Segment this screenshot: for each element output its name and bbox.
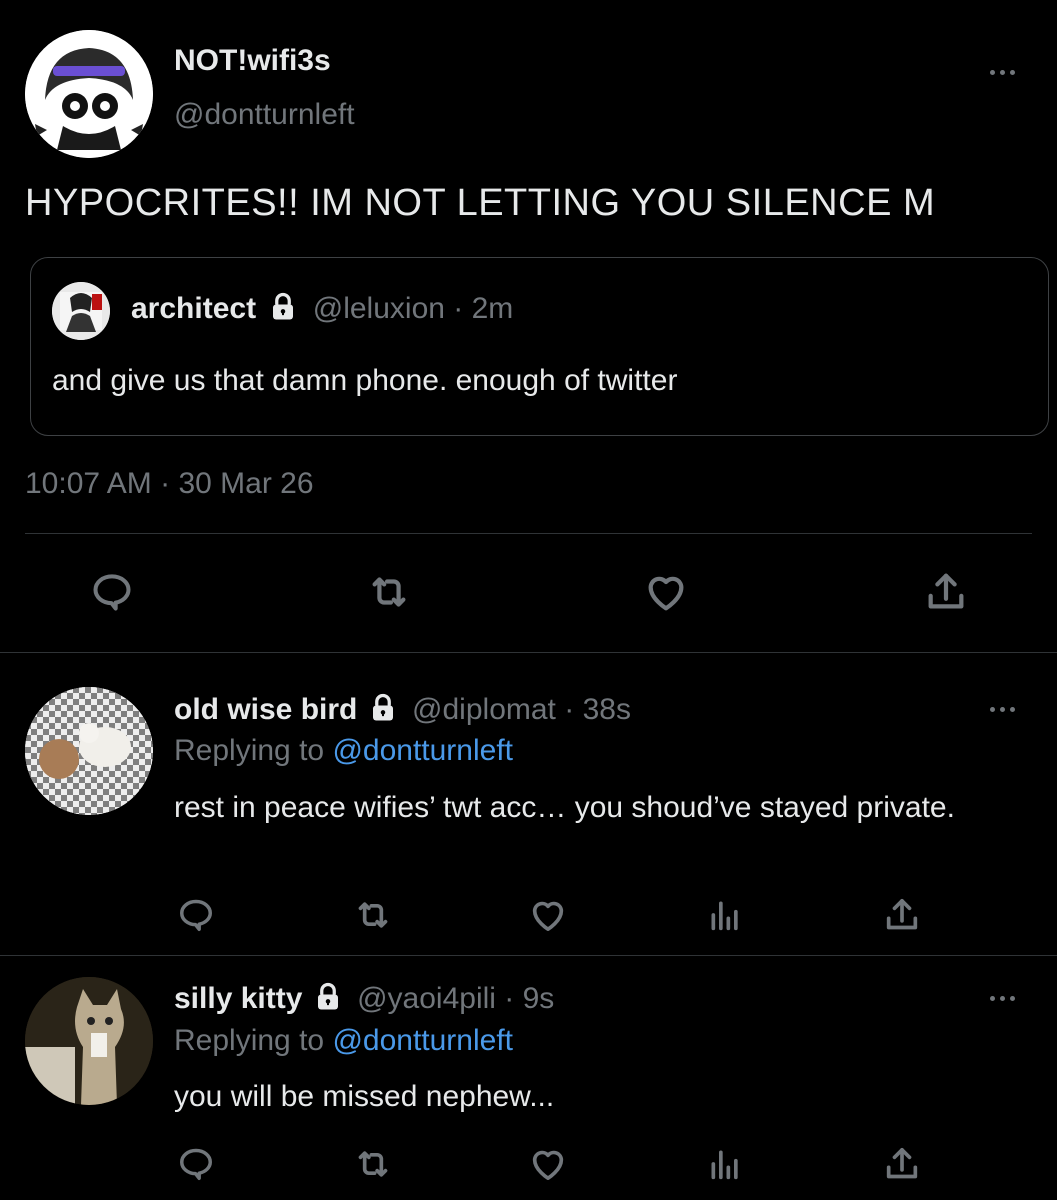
more-options-icon[interactable] xyxy=(990,70,1015,75)
analytics-button[interactable] xyxy=(703,1142,747,1186)
analytics-icon xyxy=(711,1150,738,1180)
main-display-name[interactable]: NOT!wifi3s xyxy=(174,44,331,78)
main-avatar[interactable] xyxy=(25,30,153,158)
quoted-age: · 2m xyxy=(453,292,514,325)
replying-to-label: Replying to xyxy=(174,1024,325,1057)
share-icon xyxy=(928,573,964,609)
quoted-display-name[interactable]: architect xyxy=(131,292,256,325)
lock-icon xyxy=(372,693,393,721)
tweet-timestamp: 10:07 AM · 30 Mar 26 xyxy=(25,467,314,500)
reply-header: old wise bird @diplomat · 38s xyxy=(174,693,631,727)
lock-icon xyxy=(317,982,338,1010)
replying-to-label: Replying to xyxy=(174,734,325,767)
divider xyxy=(0,955,1057,956)
heart-icon xyxy=(648,576,684,611)
main-handle[interactable]: @dontturnleft xyxy=(174,98,355,132)
replying-to: Replying to @dontturnleft xyxy=(174,1024,513,1058)
like-button[interactable] xyxy=(526,893,570,937)
reply-avatar[interactable] xyxy=(25,687,153,815)
reply-button[interactable] xyxy=(174,893,218,937)
reply-age: · 9s xyxy=(504,982,555,1015)
heart-icon xyxy=(532,1150,564,1180)
reply-avatar[interactable] xyxy=(25,977,153,1105)
reply-button[interactable] xyxy=(174,1142,218,1186)
retweet-icon xyxy=(372,577,406,607)
retweet-button[interactable] xyxy=(351,893,395,937)
lock-icon xyxy=(273,292,294,320)
share-button[interactable] xyxy=(880,1142,924,1186)
quoted-text: and give us that damn phone. enough of t… xyxy=(52,364,678,397)
replying-to: Replying to @dontturnleft xyxy=(174,734,513,768)
reply-display-name[interactable]: silly kitty xyxy=(174,982,302,1015)
replying-to-handle[interactable]: @dontturnleft xyxy=(332,1024,513,1057)
divider xyxy=(0,652,1057,653)
retweet-button[interactable] xyxy=(351,1142,395,1186)
retweet-icon xyxy=(358,1151,388,1177)
reply-handle[interactable]: @diplomat xyxy=(412,693,556,726)
heart-icon xyxy=(532,901,564,931)
reply-header: silly kitty @yaoi4pili · 9s xyxy=(174,982,554,1016)
retweet-button[interactable] xyxy=(361,564,417,620)
analytics-icon xyxy=(711,901,738,931)
tweet-date: 30 Mar 26 xyxy=(178,467,314,500)
quoted-header: architect @leluxion · 2m xyxy=(131,292,513,326)
tweet-time: 10:07 AM xyxy=(25,467,152,500)
reply-display-name[interactable]: old wise bird xyxy=(174,693,357,726)
reply-text: rest in peace wifies’ twt acc… you shoud… xyxy=(174,791,955,824)
tweet-text: HYPOCRITES!! IM NOT LETTING YOU SILENCE … xyxy=(25,182,936,224)
reply-text: you will be missed nephew... xyxy=(174,1080,555,1113)
more-options-icon[interactable] xyxy=(990,707,1015,712)
share-button[interactable] xyxy=(918,564,974,620)
replying-to-handle[interactable]: @dontturnleft xyxy=(332,734,513,767)
reply-age: · 38s xyxy=(564,693,631,726)
quoted-tweet-card[interactable] xyxy=(30,257,1049,436)
divider xyxy=(25,533,1032,534)
retweet-icon xyxy=(358,902,388,928)
more-options-icon[interactable] xyxy=(990,996,1015,1001)
analytics-button[interactable] xyxy=(703,893,747,937)
share-button[interactable] xyxy=(880,893,924,937)
like-button[interactable] xyxy=(638,564,694,620)
quoted-avatar xyxy=(52,282,110,340)
reply-handle[interactable]: @yaoi4pili xyxy=(357,982,496,1015)
like-button[interactable] xyxy=(526,1142,570,1186)
quoted-handle[interactable]: @leluxion xyxy=(313,292,445,325)
reply-button[interactable] xyxy=(84,564,140,620)
reply-icon xyxy=(180,1148,212,1180)
share-icon xyxy=(886,899,918,930)
reply-icon xyxy=(180,899,212,931)
reply-icon xyxy=(93,574,131,611)
share-icon xyxy=(886,1148,918,1179)
